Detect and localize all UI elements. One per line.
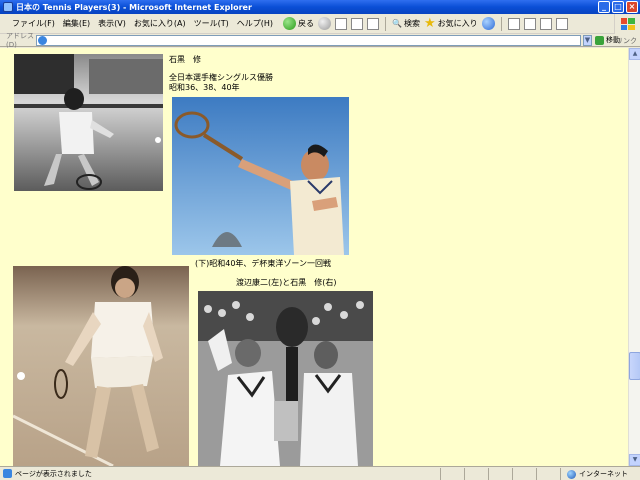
window-title: 日本の Tennis Players(3) - Microsoft Intern… xyxy=(16,2,252,12)
forward-button-icon[interactable] xyxy=(317,17,331,30)
back-button[interactable]: 戻る xyxy=(282,17,314,30)
home-icon[interactable] xyxy=(366,17,379,30)
stop-icon[interactable] xyxy=(334,17,347,30)
photo-player-stance xyxy=(13,266,189,466)
mail-icon[interactable] xyxy=(507,17,520,30)
status-text: ページが表示されました xyxy=(15,469,92,478)
browser-window: 日本の Tennis Players(3) - Microsoft Intern… xyxy=(0,0,640,480)
window-controls: _ □ × xyxy=(598,1,638,13)
star-icon: ★ xyxy=(423,15,436,31)
menu-favorites[interactable]: お気に入り(A) xyxy=(130,18,190,29)
status-bar: ページが表示されました インターネット xyxy=(0,466,640,480)
page-icon xyxy=(38,36,47,45)
championship-years: 昭和36、38、40年 xyxy=(169,83,240,92)
menu-view[interactable]: 表示(V) xyxy=(94,18,130,29)
menu-bar: ファイル(F) 編集(E) 表示(V) お気に入り(A) ツール(T) ヘルプ(… xyxy=(0,18,277,29)
menu-tools[interactable]: ツール(T) xyxy=(190,18,233,29)
favorites-button[interactable]: ★ お気に入り xyxy=(423,15,478,31)
vertical-scrollbar[interactable]: ▲ ▼ xyxy=(628,48,640,466)
menu-help[interactable]: ヘルプ(H) xyxy=(233,18,277,29)
caption-davis-cup: (下)昭和40年、デ杯東洋ゾーン一回戦 xyxy=(195,259,332,268)
player-name: 石黒 修 xyxy=(169,55,201,64)
title-bar: 日本の Tennis Players(3) - Microsoft Intern… xyxy=(0,0,640,14)
address-label: アドレス(D) xyxy=(6,32,34,49)
photo-player-volley xyxy=(14,54,163,191)
refresh-icon[interactable] xyxy=(350,17,363,30)
security-zone: インターネット xyxy=(560,468,640,480)
page-done-icon xyxy=(3,469,12,478)
address-dropdown-button[interactable]: ▼ xyxy=(583,35,592,46)
back-arrow-icon xyxy=(282,17,296,30)
toolbar-separator xyxy=(384,16,386,31)
windows-logo xyxy=(614,14,640,34)
history-icon[interactable] xyxy=(481,17,495,30)
toolbar: 戻る 🔍 検索 ★ お気に入り xyxy=(282,15,568,31)
page-content: 石黒 修 全日本選手権シングルス優勝 昭和36、38、40年 (下)昭和40年、… xyxy=(0,48,628,466)
caption-players-pair: 渡辺康二(左)と石黒 修(右) xyxy=(236,278,337,287)
scroll-down-button[interactable]: ▼ xyxy=(629,454,640,466)
search-button[interactable]: 🔍 検索 xyxy=(392,18,420,29)
windows-flag-icon xyxy=(620,18,635,30)
menu-file[interactable]: ファイル(F) xyxy=(8,18,59,29)
zone-label: インターネット xyxy=(579,470,628,478)
messenger-icon[interactable] xyxy=(555,17,568,30)
status-cells xyxy=(440,468,560,480)
photo-player-forehand xyxy=(172,97,349,255)
search-label: 検索 xyxy=(403,19,420,28)
favorites-label: お気に入り xyxy=(437,19,478,28)
menu-toolbar-row: ファイル(F) 編集(E) 表示(V) お気に入り(A) ツール(T) ヘルプ(… xyxy=(0,14,640,34)
edit-icon[interactable] xyxy=(539,17,552,30)
championship-title: 全日本選手権シングルス優勝 xyxy=(169,73,273,82)
go-arrow-icon xyxy=(595,35,604,45)
toolbar-separator xyxy=(500,16,502,31)
scroll-up-button[interactable]: ▲ xyxy=(629,48,640,60)
scroll-thumb[interactable] xyxy=(629,352,640,380)
links-button[interactable]: リンク xyxy=(616,36,637,46)
minimize-button[interactable]: _ xyxy=(598,1,610,13)
ie-app-icon xyxy=(3,2,13,12)
address-input[interactable] xyxy=(36,35,581,46)
print-icon[interactable] xyxy=(523,17,536,30)
menu-edit[interactable]: 編集(E) xyxy=(59,18,94,29)
maximize-button[interactable]: □ xyxy=(612,1,624,13)
close-button[interactable]: × xyxy=(626,1,638,13)
back-label: 戻る xyxy=(297,19,314,28)
search-icon: 🔍 xyxy=(391,19,402,28)
address-bar: アドレス(D) ▼ 移動 リンク xyxy=(0,32,640,49)
globe-icon xyxy=(567,469,576,479)
photo-two-players-trophy xyxy=(198,291,373,466)
